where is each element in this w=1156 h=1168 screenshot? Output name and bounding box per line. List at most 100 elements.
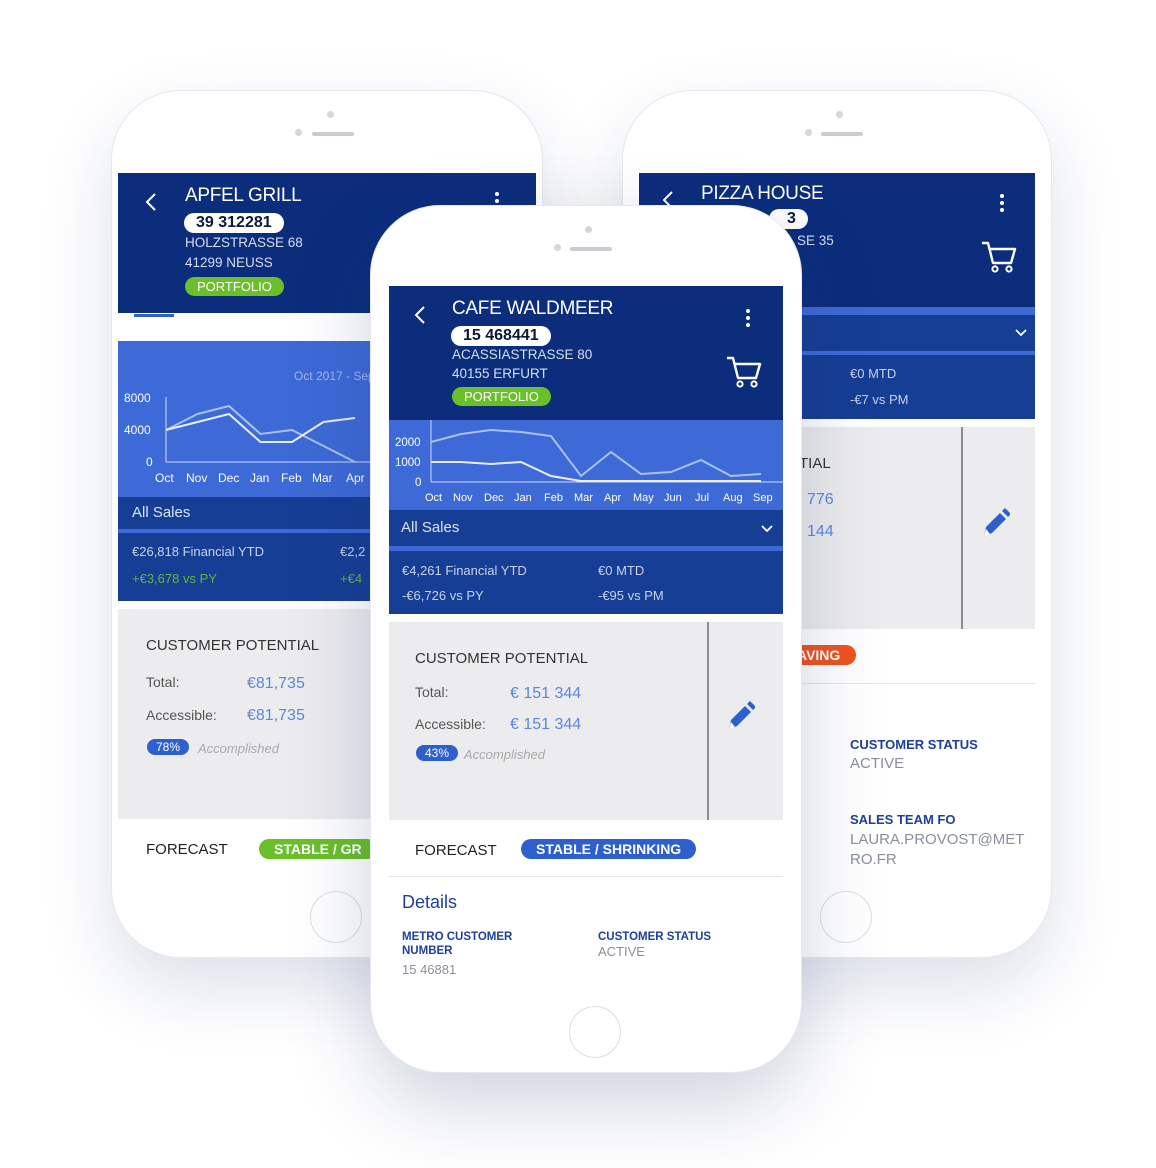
mtd-delta: -€95 vs PM [598,588,664,603]
camera-dot [327,111,334,118]
total-value: 776 [807,491,834,508]
more-menu-icon[interactable] [1000,191,1004,215]
customer-name: PIZZA HOUSE [701,183,824,204]
speaker [821,132,863,136]
sales-type-select[interactable]: All Sales [389,510,783,546]
back-icon[interactable] [413,304,427,326]
x-tick: Dec [218,471,239,485]
x-tick: Sep [753,492,773,504]
forecast-row: FORECAST STABLE / SHRINKING [389,820,783,877]
customer-street: ACASSIASTRASSE 80 [452,347,593,362]
ytd-value: €4,261 Financial YTD [402,563,527,578]
customer-status-value: ACTIVE [850,755,905,772]
ytd-delta: +€3,678 vs PY [132,571,217,586]
customer-number-badge: 15 468441 [451,326,551,346]
speaker [312,132,354,136]
forecast-label: FORECAST [146,841,228,858]
sensor-dot [554,244,561,251]
phone-center: CAFE WALDMEER 15 468441 ACASSIASTRASSE 8… [370,205,802,1073]
accomplished-badge: 43% [416,745,459,761]
potential-title: TIAL [799,455,831,472]
x-tick: Mar [312,471,333,485]
forecast-badge: STABLE / SHRINKING [521,839,697,859]
customer-street: SE 35 [797,233,834,248]
customer-status-label: CUSTOMER STATUS [850,737,978,752]
chart-series-line [165,412,356,443]
total-value: € 151 344 [510,685,582,702]
camera-dot [836,111,843,118]
accomplished-badge: 78% [147,739,190,755]
customer-city: 40155 ERFURT [452,366,548,381]
accessible-label: Accessible: [415,716,486,732]
potential-title: CUSTOMER POTENTIAL [146,637,320,654]
metro-number-label: METRO CUSTOMER NUMBER [402,931,513,957]
y-tick: 1000 [395,457,421,469]
customer-name: CAFE WALDMEER [452,298,614,319]
chevron-down-icon [1015,329,1027,337]
x-tick: Oct [155,471,174,485]
screen-center: CAFE WALDMEER 15 468441 ACASSIASTRASSE 8… [389,286,783,988]
total-label: Total: [146,674,180,690]
total-label: Total: [415,684,449,700]
home-button[interactable] [569,1006,621,1058]
y-tick: 8000 [124,391,151,405]
more-menu-icon[interactable] [746,306,750,330]
x-tick: Jul [695,492,709,504]
sensor-dot [805,129,812,136]
accomplished-label: Accomplished [464,747,545,762]
tab-indicator [134,314,174,317]
sales-chart: 2000 1000 0 Oct Nov Dec Jan Feb Mar Apr … [389,420,783,510]
edit-icon[interactable] [978,507,1010,543]
back-icon[interactable] [144,191,158,213]
mtd-value: €0 MTD [598,563,645,578]
x-tick: Jan [514,492,532,504]
customer-header: CAFE WALDMEER 15 468441 ACASSIASTRASSE 8… [389,286,783,420]
customer-name: APFEL GRILL [185,185,302,206]
ytd-value: €26,818 Financial YTD [132,544,265,559]
x-tick: Mar [574,492,593,504]
mtd-value: €2,2 [340,544,366,559]
sales-type-label: All Sales [132,504,191,521]
forecast-badge: STABLE / GR [259,839,377,859]
sales-team-value-line2: RO.FR [850,851,897,868]
ytd-delta: -€6,726 vs PY [402,588,484,603]
x-tick: Feb [544,492,563,504]
portfolio-badge: PORTFOLIO [452,387,551,406]
accomplished-label: Accomplished [198,741,279,756]
home-button[interactable] [820,891,872,943]
x-tick: Jan [250,471,269,485]
cart-icon[interactable] [980,239,1018,275]
accessible-value: 144 [807,523,834,540]
x-tick: May [633,492,654,504]
y-tick: 0 [146,455,153,469]
metro-number-value: 15 46881 [402,962,457,977]
x-tick: Feb [281,471,302,485]
mtd-delta: +€4 [340,571,363,586]
accessible-label: Accessible: [146,707,217,723]
edit-icon[interactable] [723,700,755,736]
y-tick: 2000 [395,437,421,449]
customer-status-value: ACTIVE [598,944,645,959]
customer-number-badge: 39 312281 [184,213,284,233]
sensor-dot [295,129,302,136]
chart-series-line [165,404,356,463]
home-button[interactable] [310,891,362,943]
mtd-value: €0 MTD [850,366,897,381]
x-tick: Dec [484,492,504,504]
mtd-delta: -€7 vs PM [850,392,909,407]
accessible-value: €81,735 [247,707,305,724]
cart-icon[interactable] [725,354,763,390]
customer-status-label: CUSTOMER STATUS [598,931,712,943]
portfolio-badge: PORTFOLIO [185,277,284,296]
sales-stats: €4,261 Financial YTD -€6,726 vs PY €0 MT… [389,551,783,614]
x-tick: Jun [664,492,682,504]
chart-series-line [430,428,762,478]
customer-city: 41299 NEUSS [185,255,273,270]
sales-team-value-line1: LAURA.PROVOST@MET [850,831,1025,848]
x-tick: Aug [723,492,743,504]
forecast-label: FORECAST [415,842,497,859]
accessible-value: € 151 344 [510,716,582,733]
customer-potential-card: CUSTOMER POTENTIAL Total: € 151 344 Acce… [389,622,783,820]
y-tick: 0 [415,477,421,489]
x-tick: Apr [346,471,365,485]
